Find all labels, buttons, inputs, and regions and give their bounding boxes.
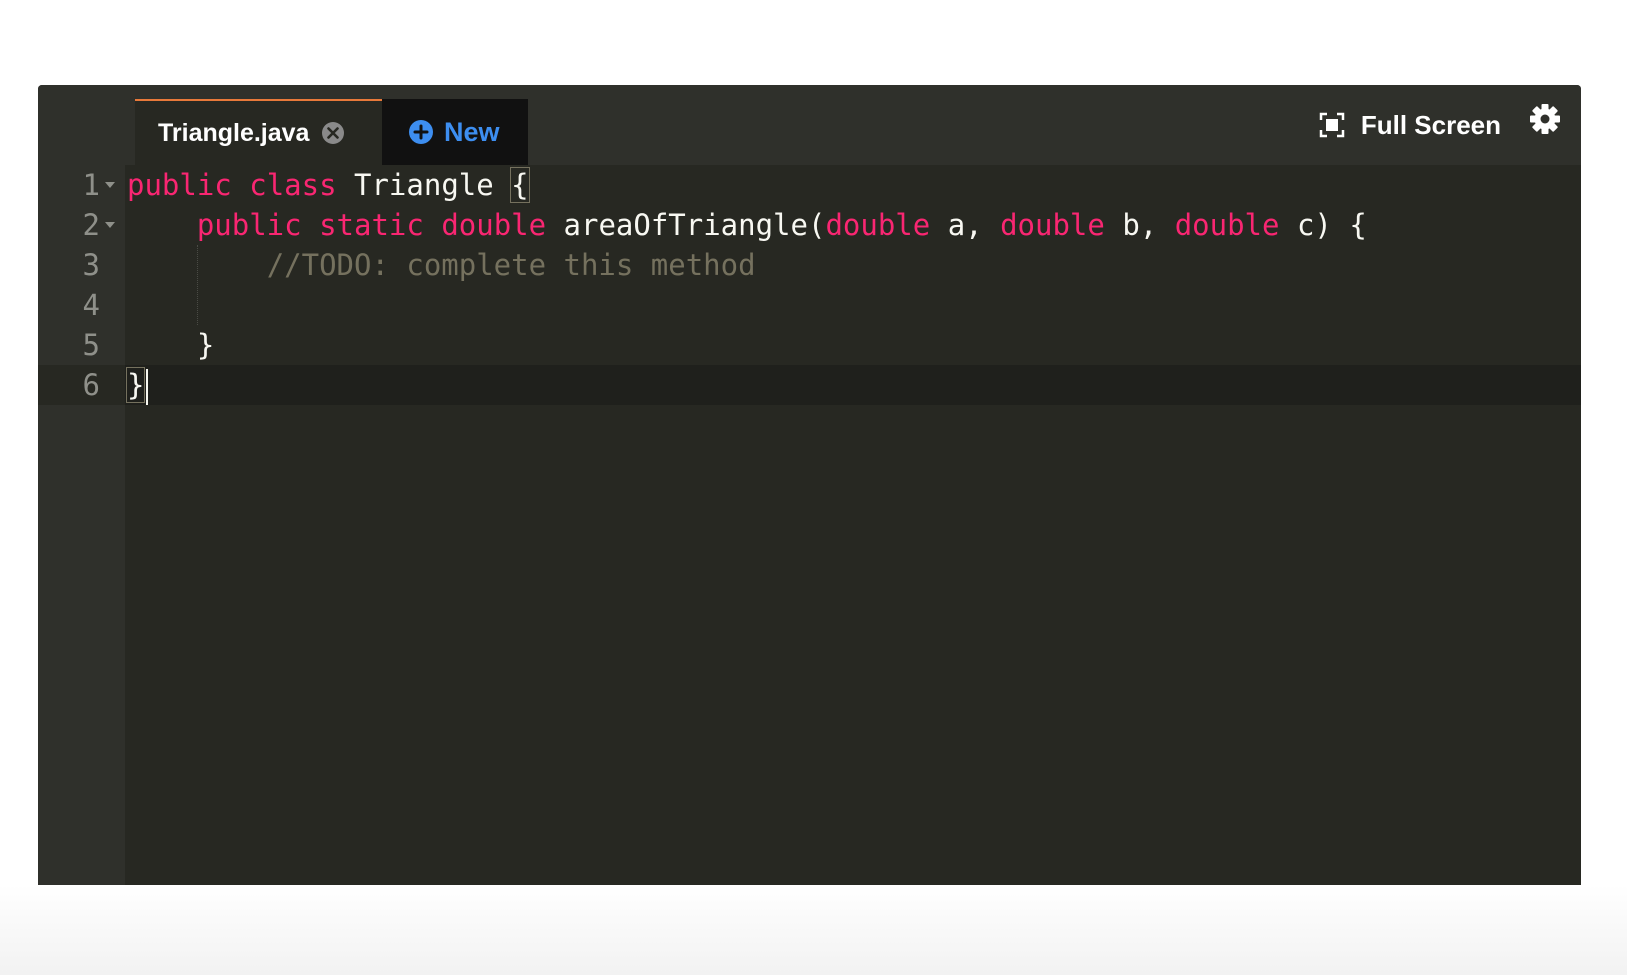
tab-file-name: Triangle.java (158, 118, 310, 147)
keyword: public (127, 168, 232, 202)
code-editor: Triangle.java New Full Screen 1 2 3 4 5 … (38, 85, 1581, 885)
keyword: double (441, 208, 547, 242)
fullscreen-label: Full Screen (1360, 109, 1501, 140)
line-number: 6 (82, 368, 100, 402)
code-line-2[interactable]: public static double areaOfTriangle(doub… (127, 205, 1581, 245)
fullscreen-button[interactable]: Full Screen (1319, 105, 1501, 145)
new-file-button[interactable]: New (382, 99, 528, 165)
parameter: a, (947, 208, 983, 242)
tab-triangle-java[interactable]: Triangle.java (135, 99, 382, 165)
fold-arrow-icon[interactable] (105, 222, 115, 228)
code-line-6[interactable]: } (125, 365, 1581, 405)
class-name: Triangle (354, 168, 494, 202)
method-name: areaOfTriangle( (563, 208, 826, 242)
fold-arrow-icon[interactable] (105, 182, 115, 188)
line-number: 5 (82, 328, 100, 362)
line-number: 4 (82, 288, 100, 322)
keyword: double (1174, 208, 1280, 242)
plus-icon (408, 119, 434, 145)
tab-bar: Triangle.java New Full Screen (38, 85, 1581, 165)
keyword: class (249, 168, 337, 202)
closing-brace: } (196, 328, 215, 362)
line-number-gutter: 1 2 3 4 5 6 (38, 165, 125, 885)
code-text-area[interactable]: public class Triangle { public static do… (125, 165, 1581, 885)
page-bottom-fade (0, 885, 1627, 975)
keyword: public (196, 208, 302, 242)
text-cursor (146, 369, 149, 405)
code-line-3[interactable]: //TODO: complete this method (127, 245, 1581, 285)
gear-icon[interactable] (1529, 103, 1561, 135)
matched-brace: { (510, 167, 530, 203)
close-icon[interactable] (321, 121, 345, 145)
code-line-5[interactable]: } (127, 325, 1581, 365)
comment: //TODO: complete this method (266, 248, 756, 282)
parameter: c) { (1296, 208, 1367, 242)
code-line-4[interactable] (127, 285, 1581, 325)
line-number: 3 (82, 248, 100, 282)
fullscreen-icon (1319, 112, 1345, 138)
new-file-label: New (444, 116, 500, 147)
matched-brace: } (125, 367, 146, 403)
keyword: static (319, 208, 424, 242)
parameter: b, (1122, 208, 1158, 242)
line-number: 2 (82, 208, 100, 242)
line-number: 1 (82, 168, 100, 202)
keyword: double (825, 208, 931, 242)
keyword: double (1000, 208, 1105, 242)
code-line-1[interactable]: public class Triangle { (127, 165, 1581, 205)
